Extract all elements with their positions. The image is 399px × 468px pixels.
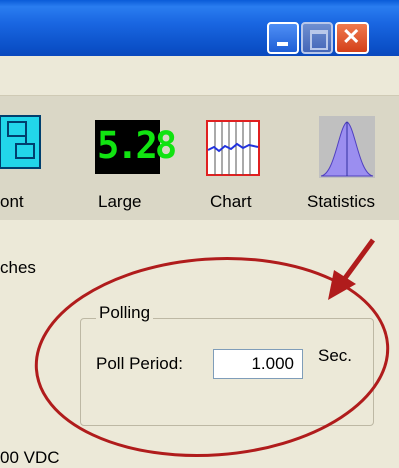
poll-period-label: Poll Period: <box>96 354 183 373</box>
toolbar-item-large[interactable]: 5.28 Large <box>90 96 177 220</box>
toolbar-item-label: ont <box>0 192 24 211</box>
chart-icon <box>206 120 260 176</box>
toolbar-item-font[interactable]: ont <box>0 96 48 220</box>
close-button[interactable] <box>335 22 369 54</box>
statistics-icon <box>319 116 375 178</box>
poll-period-unit: Sec. <box>318 346 353 365</box>
toolbar: ont 5.28 Large Chart Statistics <box>0 96 399 220</box>
toolbar-item-chart[interactable]: Chart <box>200 96 280 220</box>
partial-label-bottom: 00 VDC <box>0 448 60 467</box>
maximize-button[interactable] <box>301 22 333 54</box>
large-display-icon: 5.28 <box>95 120 177 174</box>
toolbar-item-statistics[interactable]: Statistics <box>305 96 399 220</box>
toolbar-item-label: Chart <box>210 192 252 211</box>
partial-label-top: ches <box>0 258 36 277</box>
toolbar-item-label: Statistics <box>307 192 376 211</box>
title-bar <box>0 0 399 56</box>
minimize-button[interactable] <box>267 22 299 54</box>
toolbar-item-label: Large <box>98 192 142 211</box>
polling-legend: Polling <box>96 303 154 323</box>
font-icon <box>0 115 41 169</box>
poll-period-input[interactable] <box>213 349 303 379</box>
menu-bar <box>0 56 399 96</box>
